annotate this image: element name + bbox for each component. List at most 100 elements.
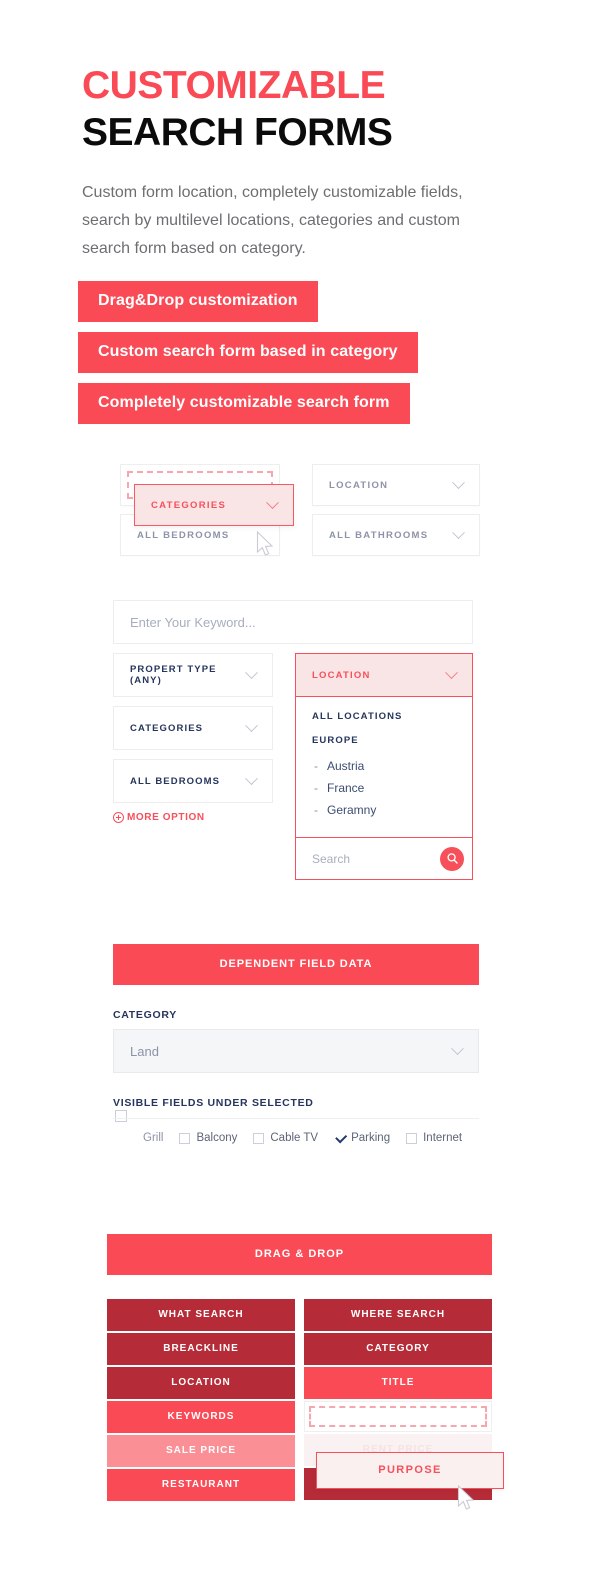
search-icon[interactable] bbox=[440, 846, 464, 871]
list-item[interactable]: - Geramny bbox=[312, 803, 456, 817]
drag-item[interactable]: WHAT SEARCH bbox=[107, 1299, 295, 1331]
feature-badge: Custom search form based in category bbox=[78, 332, 418, 373]
field-bedrooms-label: ALL BEDROOMS bbox=[137, 529, 230, 541]
drag-and-drop-columns: WHAT SEARCH BREACKLINE LOCATION KEYWORDS… bbox=[107, 1299, 504, 1510]
visible-fields-label: VISIBLE FIELDS UNDER SELECTED bbox=[113, 1097, 314, 1109]
dependent-field-data-section: DEPENDENT FIELD DATA CATEGORY Land VISIB… bbox=[113, 944, 479, 1144]
badge-row: Completely customizable search form bbox=[78, 383, 418, 434]
drag-column-right: WHERE SEARCH CATEGORY TITLE RENT PRICE L… bbox=[304, 1299, 504, 1503]
checkbox-item-parking[interactable]: Parking bbox=[334, 1132, 390, 1144]
drag-item[interactable]: WHERE SEARCH bbox=[304, 1299, 492, 1331]
drag-item[interactable]: KEYWORDS bbox=[107, 1401, 295, 1433]
visible-fields-checkbox-row: Grill Balcony Cable TV Parking Internet bbox=[113, 1118, 479, 1144]
checkbox-box[interactable] bbox=[179, 1132, 191, 1144]
list-item-label: Austria bbox=[327, 759, 365, 773]
feature-badge: Drag&Drop customization bbox=[78, 281, 318, 322]
plus-circle-icon bbox=[113, 812, 124, 823]
list-item[interactable]: - France bbox=[312, 781, 456, 795]
field-location[interactable]: LOCATION bbox=[312, 464, 480, 506]
location-dropdown-header[interactable]: LOCATION bbox=[295, 653, 473, 697]
dragged-field-label: CATEGORIES bbox=[151, 499, 227, 511]
drag-and-drop-banner: DRAG & DROP bbox=[107, 1234, 492, 1275]
badge-row: Custom search form based in category bbox=[78, 332, 418, 383]
mouse-cursor-icon bbox=[457, 1485, 476, 1512]
keyword-placeholder: Enter Your Keyword... bbox=[130, 614, 256, 630]
checkbox-item-balcony[interactable]: Balcony bbox=[179, 1132, 237, 1144]
search-form-body: PROPERT TYPE (ANY) CATEGORIES ALL BEDROO… bbox=[113, 653, 488, 880]
category-select-value: Land bbox=[130, 1043, 159, 1059]
chevron-down-icon bbox=[266, 495, 279, 509]
drop-target-slot[interactable] bbox=[304, 1401, 492, 1432]
keyword-input[interactable]: Enter Your Keyword... bbox=[113, 600, 473, 644]
list-item-label: France bbox=[327, 781, 365, 795]
field-location-label: LOCATION bbox=[329, 479, 389, 491]
select-bedrooms[interactable]: ALL BEDROOMS bbox=[113, 759, 273, 803]
checkbox-label: Internet bbox=[423, 1132, 463, 1144]
location-dropdown-list: ALL LOCATIONS EUROPE - Austria - France … bbox=[295, 697, 473, 838]
field-bathrooms-label: ALL BATHROOMS bbox=[329, 529, 429, 541]
category-select[interactable]: Land bbox=[113, 1029, 479, 1073]
checkbox-box-checked[interactable] bbox=[334, 1132, 346, 1144]
badge-row: Drag&Drop customization bbox=[78, 281, 418, 332]
select-categories-label: CATEGORIES bbox=[130, 722, 204, 734]
checkbox-box[interactable] bbox=[253, 1132, 265, 1144]
location-dropdown-label: LOCATION bbox=[312, 669, 371, 681]
drag-item[interactable]: LOCATION bbox=[107, 1367, 295, 1399]
dashed-placeholder bbox=[309, 1406, 487, 1427]
select-property-type[interactable]: PROPERT TYPE (ANY) bbox=[113, 653, 273, 697]
feature-badge-list: Drag&Drop customization Custom search fo… bbox=[78, 281, 418, 434]
page-title: CUSTOMIZABLE SEARCH FORMS bbox=[82, 66, 532, 153]
chevron-down-icon bbox=[245, 771, 258, 785]
chevron-down-icon bbox=[451, 1041, 464, 1055]
drag-and-drop-section: DRAG & DROP WHAT SEARCH BREACKLINE LOCAT… bbox=[107, 1234, 504, 1510]
chevron-down-icon bbox=[445, 665, 458, 679]
dropdown-search-row: Search bbox=[295, 838, 473, 880]
checkbox-item-cable-tv[interactable]: Cable TV bbox=[253, 1132, 318, 1144]
drag-item[interactable]: BREACKLINE bbox=[107, 1333, 295, 1365]
select-categories[interactable]: CATEGORIES bbox=[113, 706, 273, 750]
mouse-cursor-icon bbox=[256, 531, 275, 558]
drag-item[interactable]: CATEGORY bbox=[304, 1333, 492, 1365]
drag-item[interactable]: TITLE bbox=[304, 1367, 492, 1399]
chevron-down-icon bbox=[452, 475, 465, 489]
dropdown-group-europe[interactable]: EUROPE bbox=[312, 735, 456, 746]
checkbox-item-internet[interactable]: Internet bbox=[406, 1132, 462, 1144]
drag-form-mockup: LOCATION ALL BEDROOMS ALL BATHROOMS CATE… bbox=[120, 464, 480, 564]
dragged-field-categories[interactable]: CATEGORIES bbox=[134, 484, 294, 526]
visible-fields-label-wrap: VISIBLE FIELDS UNDER SELECTED bbox=[113, 1097, 479, 1122]
list-item-label: Geramny bbox=[327, 803, 377, 817]
location-dropdown: LOCATION ALL LOCATIONS EUROPE - Austria … bbox=[295, 653, 473, 880]
more-option-label: MORE OPTION bbox=[127, 812, 205, 823]
page-title-line1: CUSTOMIZABLE bbox=[82, 64, 386, 107]
page-title-line2: SEARCH FORMS bbox=[82, 111, 393, 154]
dependent-field-data-banner: DEPENDENT FIELD DATA bbox=[113, 944, 479, 985]
select-bedrooms-label: ALL BEDROOMS bbox=[130, 775, 221, 787]
checkbox-box[interactable] bbox=[406, 1132, 418, 1144]
search-form-mockup: Enter Your Keyword... PROPERT TYPE (ANY)… bbox=[113, 600, 488, 880]
dragged-item-purpose[interactable]: PURPOSE bbox=[316, 1452, 504, 1489]
more-option-link[interactable]: MORE OPTION bbox=[113, 812, 273, 823]
checkbox-label: Parking bbox=[351, 1132, 391, 1144]
field-bathrooms[interactable]: ALL BATHROOMS bbox=[312, 514, 480, 556]
select-property-type-label: PROPERT TYPE (ANY) bbox=[130, 664, 217, 686]
search-form-left-column: PROPERT TYPE (ANY) CATEGORIES ALL BEDROO… bbox=[113, 653, 273, 823]
chevron-down-icon bbox=[245, 718, 258, 732]
category-label: CATEGORY bbox=[113, 1009, 177, 1021]
checkbox-item-grill[interactable]: Grill bbox=[143, 1132, 163, 1144]
checkbox-label: Cable TV bbox=[270, 1132, 319, 1144]
chevron-down-icon bbox=[245, 665, 258, 679]
bullet-dash-icon: - bbox=[314, 803, 318, 817]
drag-column-left: WHAT SEARCH BREACKLINE LOCATION KEYWORDS… bbox=[107, 1299, 295, 1503]
bullet-dash-icon: - bbox=[314, 759, 318, 773]
drag-item[interactable]: SALE PRICE bbox=[107, 1435, 295, 1467]
feature-badge: Completely customizable search form bbox=[78, 383, 410, 424]
page-root: CUSTOMIZABLE SEARCH FORMS Custom form lo… bbox=[0, 0, 616, 1587]
chevron-down-icon bbox=[452, 525, 465, 539]
list-item[interactable]: - Austria bbox=[312, 759, 456, 773]
dropdown-group-all-locations[interactable]: ALL LOCATIONS bbox=[312, 711, 456, 722]
checkbox-label: Grill bbox=[143, 1132, 164, 1144]
bullet-dash-icon: - bbox=[314, 781, 318, 795]
hero-description: Custom form location, completely customi… bbox=[82, 184, 463, 257]
dropdown-search-input[interactable]: Search bbox=[312, 852, 440, 866]
drag-item[interactable]: RESTAURANT bbox=[107, 1469, 295, 1501]
